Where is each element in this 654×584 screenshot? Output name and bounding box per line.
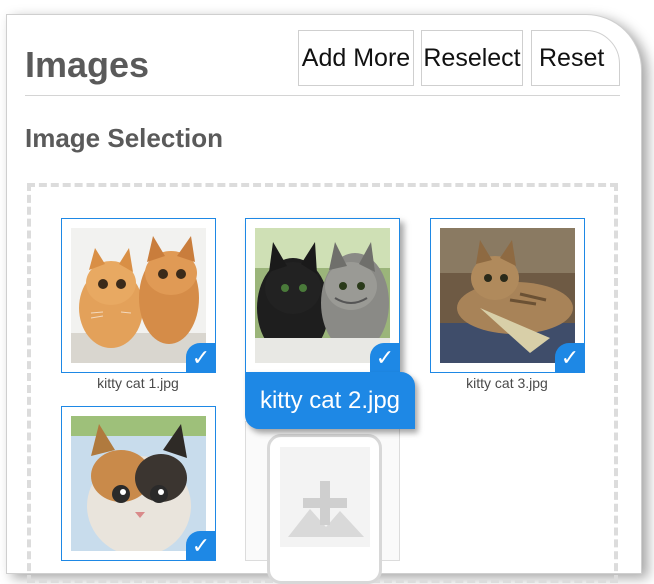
add-image-icon bbox=[280, 447, 370, 547]
reselect-button[interactable]: Reselect bbox=[421, 30, 523, 86]
image-thumbnail-3[interactable]: ✓ bbox=[430, 218, 585, 373]
add-image-tile[interactable] bbox=[245, 421, 400, 584]
image-name-tooltip: kitty cat 2.jpg bbox=[245, 372, 415, 429]
selected-check-icon: ✓ bbox=[186, 343, 215, 372]
header-divider bbox=[25, 95, 620, 96]
selected-check-icon: ✓ bbox=[555, 343, 584, 372]
selected-check-icon: ✓ bbox=[370, 343, 399, 372]
image-caption-1: kitty cat 1.jpg bbox=[97, 375, 179, 391]
reset-button[interactable]: Reset bbox=[531, 30, 620, 86]
add-more-button[interactable]: Add More bbox=[298, 30, 414, 86]
kitten-photo bbox=[71, 416, 206, 551]
kitten-photo bbox=[71, 228, 206, 363]
image-thumbnail-1[interactable]: ✓ bbox=[61, 218, 216, 373]
page-title: Images bbox=[25, 44, 150, 85]
section-title: Image Selection bbox=[25, 123, 223, 153]
image-thumbnail-4[interactable]: ✓ bbox=[61, 406, 216, 561]
kitten-photo bbox=[440, 228, 575, 363]
image-caption-3: kitty cat 3.jpg bbox=[466, 375, 548, 391]
kitten-photo bbox=[255, 228, 390, 363]
image-thumbnail-2[interactable]: ✓ bbox=[245, 218, 400, 373]
add-image-card[interactable] bbox=[267, 434, 382, 584]
